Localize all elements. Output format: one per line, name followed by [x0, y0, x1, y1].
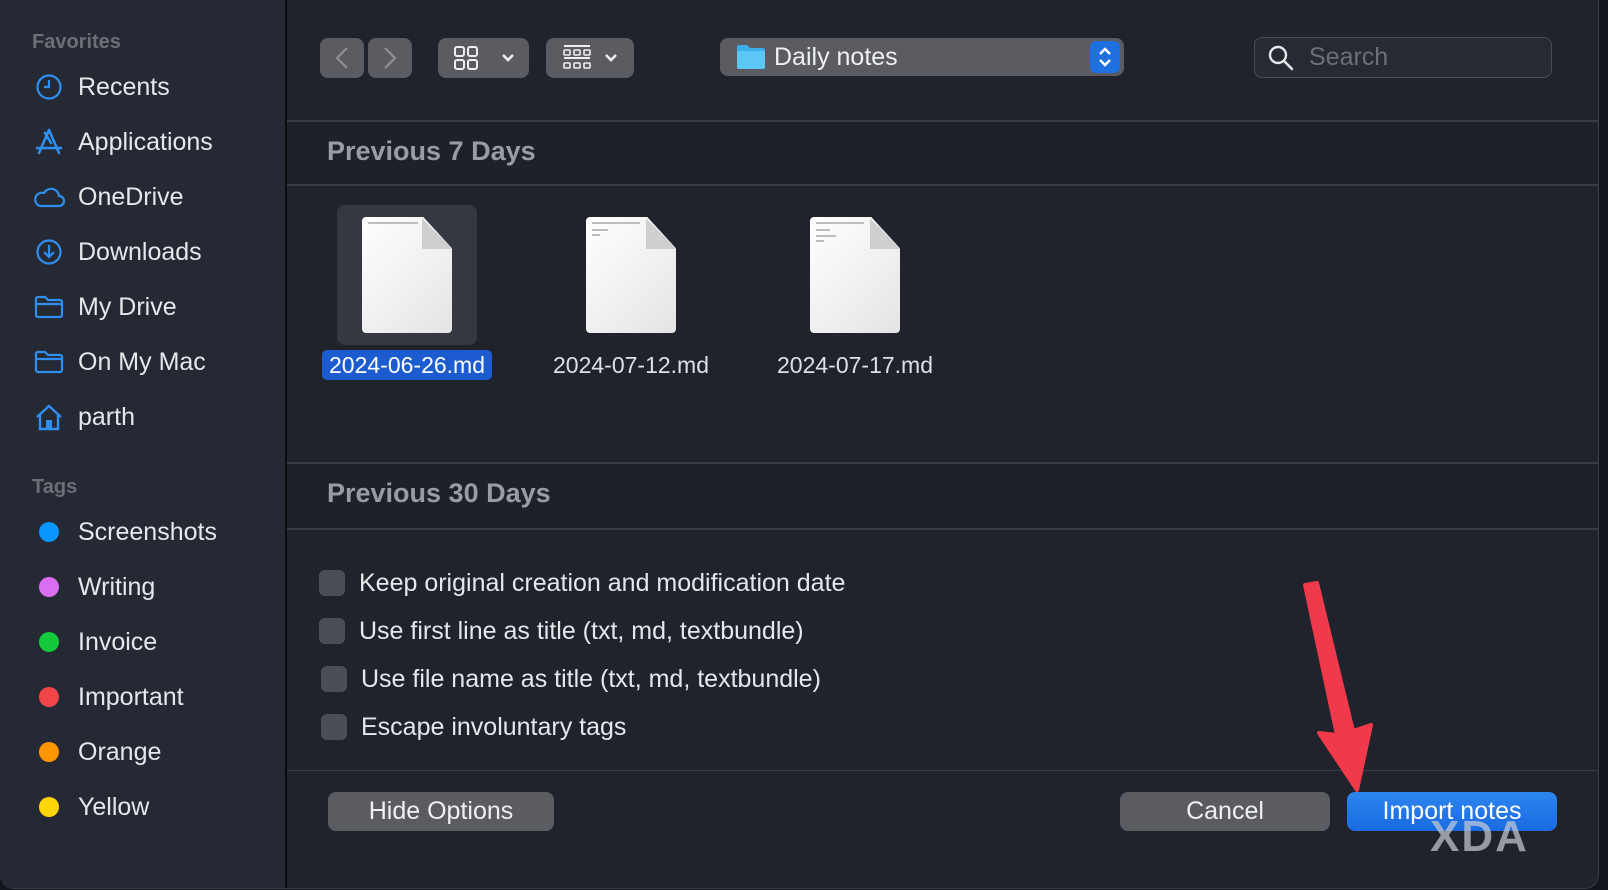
- sidebar-item-my-drive[interactable]: My Drive: [32, 287, 272, 327]
- file-thumbnail: [561, 205, 701, 345]
- sidebar-tag-yellow[interactable]: Yellow: [32, 787, 272, 827]
- sidebar-tag-important[interactable]: Important: [32, 677, 272, 717]
- sidebar-tag-orange[interactable]: Orange: [32, 732, 272, 772]
- sidebar-item-label: parth: [78, 402, 135, 431]
- tag-color-dot: [39, 632, 59, 652]
- up-down-chevron-icon: [1099, 47, 1111, 67]
- group-header: Previous 30 Days: [287, 464, 1598, 528]
- sidebar-item-applications[interactable]: Applications: [32, 122, 272, 162]
- sidebar-item-on-my-mac[interactable]: On My Mac: [32, 342, 272, 382]
- view-mode-button[interactable]: [438, 38, 529, 78]
- file-name: 2024-07-12.md: [553, 352, 709, 378]
- folder-icon: [32, 345, 66, 379]
- hide-options-button[interactable]: Hide Options: [328, 792, 554, 831]
- sidebar-item-label: Invoice: [78, 627, 158, 656]
- back-button[interactable]: [320, 38, 364, 78]
- checkbox[interactable]: [321, 666, 347, 692]
- sidebar-item-onedrive[interactable]: OneDrive: [32, 177, 272, 217]
- option-label: Use first line as title (txt, md, textbu…: [359, 616, 804, 645]
- sidebar-item-label: Writing: [78, 572, 156, 601]
- file-item[interactable]: 2024-07-17.md: [755, 205, 955, 390]
- tags-heading: Tags: [32, 476, 78, 498]
- option-first-line-title[interactable]: Use first line as title (txt, md, textbu…: [319, 614, 804, 648]
- divider: [287, 770, 1598, 771]
- option-keep-dates[interactable]: Keep original creation and modification …: [319, 566, 845, 600]
- chevron-left-icon: [335, 47, 348, 69]
- option-label: Keep original creation and modification …: [359, 568, 846, 597]
- sidebar-item-label: OneDrive: [78, 182, 184, 211]
- option-label: Escape involuntary tags: [361, 712, 627, 741]
- sidebar-tag-writing[interactable]: Writing: [32, 567, 272, 607]
- sidebar-tag-invoice[interactable]: Invoice: [32, 622, 272, 662]
- sidebar-item-label: Orange: [78, 737, 162, 766]
- tag-color-dot: [39, 687, 59, 707]
- chevron-down-icon: [501, 54, 514, 62]
- file-item[interactable]: 2024-06-26.md: [307, 205, 507, 390]
- location-name: Daily notes: [774, 42, 898, 71]
- favorites-heading: Favorites: [32, 31, 121, 53]
- sidebar-item-recents[interactable]: Recents: [32, 67, 272, 107]
- file-name: 2024-07-17.md: [777, 352, 933, 378]
- tag-color-dot: [39, 522, 59, 542]
- file-item[interactable]: 2024-07-12.md: [531, 205, 731, 390]
- sidebar-item-label: My Drive: [78, 292, 177, 321]
- popup-stepper[interactable]: [1090, 41, 1120, 73]
- group-by-button[interactable]: [546, 38, 634, 78]
- file-browser: Daily notes Previous 7 Days 2024-06-26.m…: [287, 0, 1598, 888]
- sidebar-item-label: On My Mac: [78, 347, 206, 376]
- checkbox[interactable]: [319, 570, 345, 596]
- chevron-right-icon: [384, 47, 397, 69]
- folder-icon: [737, 45, 765, 69]
- sidebar: Favorites Recents Applications OneDrive …: [0, 0, 287, 888]
- sidebar-item-label: Screenshots: [78, 517, 217, 546]
- search-icon: [1268, 45, 1294, 70]
- checkbox[interactable]: [321, 714, 347, 740]
- sidebar-item-label: Recents: [78, 72, 170, 101]
- group-title: Previous 7 Days: [327, 136, 536, 166]
- folder-icon: [32, 290, 66, 324]
- document-icon: [810, 217, 900, 333]
- tag-color-dot: [39, 742, 59, 762]
- sidebar-item-label: Downloads: [78, 237, 202, 266]
- sidebar-item-home[interactable]: parth: [32, 397, 272, 437]
- file-thumbnail: [337, 205, 477, 345]
- group-title: Previous 30 Days: [327, 478, 551, 508]
- sidebar-tag-screenshots[interactable]: Screenshots: [32, 512, 272, 552]
- clock-icon: [32, 70, 66, 104]
- applications-icon: [32, 125, 66, 159]
- file-thumbnail: [785, 205, 925, 345]
- option-label: Use file name as title (txt, md, textbun…: [361, 664, 821, 693]
- download-icon: [32, 235, 66, 269]
- cancel-button[interactable]: Cancel: [1120, 792, 1330, 831]
- option-file-name-title[interactable]: Use file name as title (txt, md, textbun…: [321, 662, 821, 696]
- cloud-icon: [32, 180, 66, 214]
- forward-button[interactable]: [368, 38, 412, 78]
- icon-grid-view-icon: [453, 46, 478, 70]
- import-notes-button[interactable]: Import notes: [1347, 792, 1557, 831]
- group-by-icon: [563, 45, 591, 69]
- file-name: 2024-06-26.md: [322, 350, 492, 380]
- home-icon: [32, 400, 66, 434]
- checkbox[interactable]: [319, 618, 345, 644]
- sidebar-item-downloads[interactable]: Downloads: [32, 232, 272, 272]
- divider: [287, 528, 1598, 530]
- sidebar-item-label: Applications: [78, 127, 213, 156]
- document-icon: [586, 217, 676, 333]
- option-escape-tags[interactable]: Escape involuntary tags: [321, 710, 626, 744]
- tag-color-dot: [39, 577, 59, 597]
- search-input[interactable]: [1307, 42, 1541, 73]
- sidebar-item-label: Yellow: [78, 792, 150, 821]
- chevron-down-icon: [605, 54, 617, 62]
- location-popup[interactable]: Daily notes: [720, 38, 1124, 76]
- divider: [287, 184, 1598, 186]
- search-field[interactable]: [1254, 37, 1552, 78]
- document-icon: [362, 217, 452, 333]
- group-header: Previous 7 Days: [287, 122, 1598, 184]
- sidebar-item-label: Important: [78, 682, 184, 711]
- file-import-dialog: Favorites Recents Applications OneDrive …: [0, 0, 1599, 889]
- tag-color-dot: [39, 797, 59, 817]
